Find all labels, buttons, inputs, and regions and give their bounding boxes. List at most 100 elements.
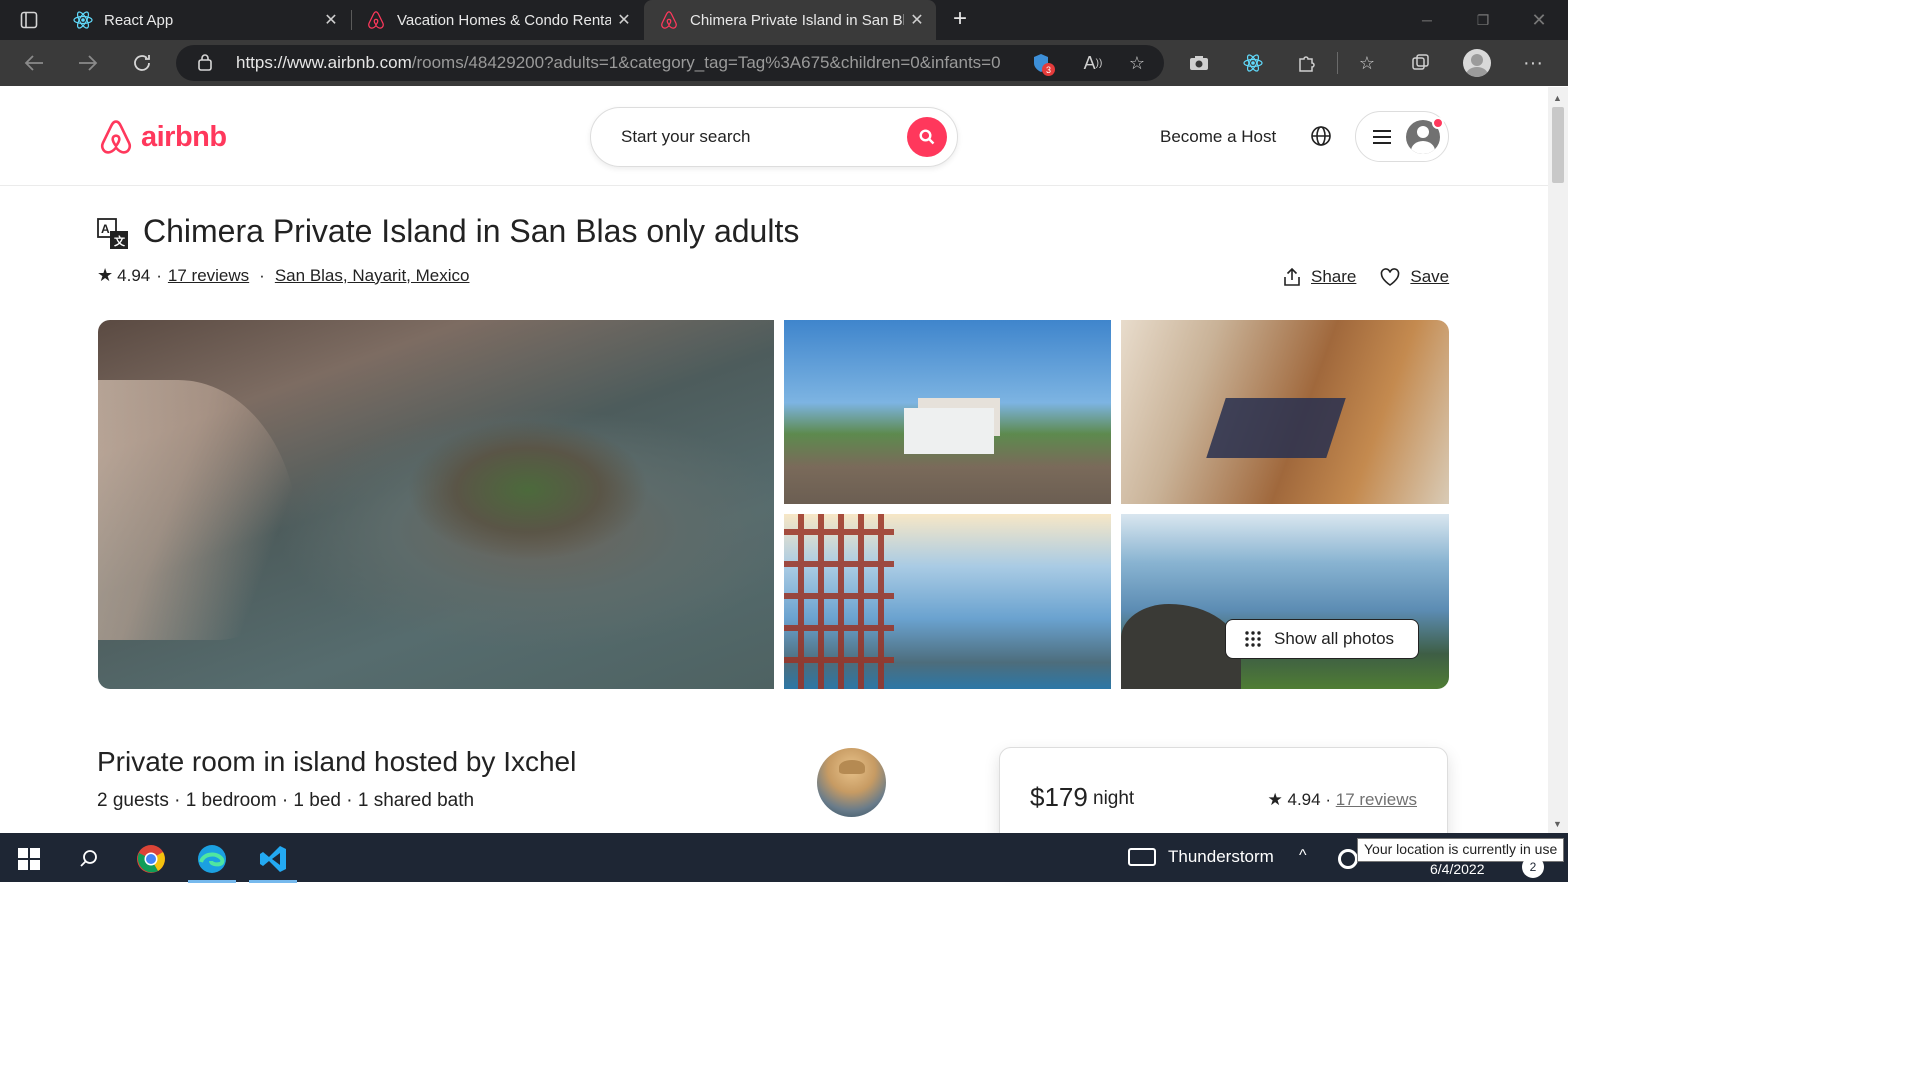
save-label: Save xyxy=(1410,267,1450,286)
separator-dot: · xyxy=(1325,790,1331,809)
news-widget-icon xyxy=(1128,848,1156,866)
heart-icon xyxy=(1381,268,1400,286)
globe-icon[interactable] xyxy=(1309,124,1333,148)
rating-value: 4.94 xyxy=(117,265,151,285)
react-icon xyxy=(72,9,94,31)
lock-icon[interactable] xyxy=(198,53,218,74)
photo-bedroom[interactable] xyxy=(1121,320,1449,504)
grid-dots-icon xyxy=(1245,631,1261,647)
start-windows-icon[interactable] xyxy=(11,841,47,877)
extensions-puzzle-icon[interactable] xyxy=(1294,51,1320,75)
favorites-icon[interactable]: ☆ xyxy=(1354,51,1380,75)
screenshot-icon[interactable] xyxy=(1186,51,1212,75)
edge-icon[interactable] xyxy=(188,841,236,883)
forward-icon[interactable] xyxy=(72,48,104,78)
weather-widget[interactable]: Thunderstorm xyxy=(1128,847,1274,867)
back-icon[interactable] xyxy=(18,48,50,78)
scroll-up-icon[interactable]: ▲ xyxy=(1553,93,1562,103)
logo-text: airbnb xyxy=(141,120,227,153)
separator-dot: · xyxy=(156,265,162,285)
more-options-icon[interactable]: ··· xyxy=(1520,51,1546,75)
show-all-photos-label: Show all photos xyxy=(1274,629,1395,648)
host-avatar[interactable] xyxy=(817,748,886,817)
close-tab-icon[interactable]: ✕ xyxy=(904,10,930,30)
page-scrollbar[interactable]: ▲ ▼ xyxy=(1548,87,1568,833)
chevron-up-icon[interactable]: ^ xyxy=(1299,847,1307,865)
system-date[interactable]: 6/4/2022 xyxy=(1430,861,1485,877)
minimize-icon[interactable]: ─ xyxy=(1399,0,1455,40)
svg-text:A: A xyxy=(101,222,110,236)
show-all-photos-button[interactable]: Show all photos xyxy=(1225,619,1419,659)
photo-ocean-rocks[interactable] xyxy=(1121,514,1449,689)
search-icon xyxy=(919,129,935,145)
booking-reviews-link[interactable]: 17 reviews xyxy=(1336,790,1417,809)
new-tab-button[interactable]: + xyxy=(945,4,975,34)
photo-terrace-view[interactable] xyxy=(784,514,1111,689)
tab-react-app[interactable]: React App ✕ xyxy=(58,0,350,40)
translate-icon: A 文 xyxy=(97,218,128,249)
search-icon[interactable] xyxy=(71,841,107,877)
search-bar[interactable]: Start your search xyxy=(590,107,958,167)
share-icon xyxy=(1284,267,1300,286)
weather-text: Thunderstorm xyxy=(1168,847,1274,866)
user-menu-button[interactable] xyxy=(1355,111,1449,162)
price-unit: night xyxy=(1093,788,1135,809)
airbnb-logo-icon xyxy=(100,120,132,154)
booking-rating-value: 4.94 xyxy=(1287,790,1321,809)
star-icon: ★ xyxy=(1267,790,1283,809)
close-window-icon[interactable]: ✕ xyxy=(1511,0,1567,40)
tab-chimera-active[interactable]: Chimera Private Island in San Blas ✕ xyxy=(644,0,936,40)
location-link[interactable]: San Blas, Nayarit, Mexico xyxy=(275,266,470,286)
close-tab-icon[interactable]: ✕ xyxy=(318,10,344,30)
listing-title: Chimera Private Island in San Blas only … xyxy=(143,213,800,249)
share-label: Share xyxy=(1311,267,1357,286)
site-header: airbnb Start your search Become a Host xyxy=(0,87,1548,186)
tab-actions-icon[interactable] xyxy=(0,0,58,40)
restore-icon[interactable]: ❐ xyxy=(1455,0,1511,40)
star-icon: ★ xyxy=(97,265,114,285)
scroll-down-icon[interactable]: ▼ xyxy=(1553,819,1562,829)
chrome-icon[interactable] xyxy=(133,841,169,877)
address-bar[interactable]: https://www.airbnb.com/rooms/48429200?ad… xyxy=(176,45,1164,81)
listing-actions: Share Save xyxy=(1283,267,1449,287)
location-icon[interactable] xyxy=(1338,849,1358,869)
toolbar-divider xyxy=(1337,52,1338,74)
search-placeholder: Start your search xyxy=(621,127,751,146)
airbnb-icon xyxy=(658,9,680,31)
notification-count[interactable]: 2 xyxy=(1522,856,1544,878)
vscode-icon[interactable] xyxy=(249,841,297,883)
tab-title: React App xyxy=(104,11,174,29)
photo-gallery: Show all photos xyxy=(98,320,1449,689)
browser-toolbar: https://www.airbnb.com/rooms/48429200?ad… xyxy=(0,40,1568,86)
add-favorite-icon[interactable]: ☆ xyxy=(1124,51,1150,75)
windows-taskbar: Thunderstorm ^ xyxy=(0,833,1568,883)
hamburger-menu-icon xyxy=(1373,129,1391,144)
browser-profile-avatar[interactable] xyxy=(1463,49,1491,77)
save-button[interactable]: Save xyxy=(1380,267,1449,287)
room-details: 2 guests · 1 bedroom · 1 bed · 1 shared … xyxy=(97,790,475,811)
nightly-price: $179 xyxy=(1030,782,1088,812)
share-button[interactable]: Share xyxy=(1283,267,1356,287)
close-tab-icon[interactable]: ✕ xyxy=(611,10,637,30)
search-button[interactable] xyxy=(907,117,947,157)
room-title: Private room in island hosted by Ixchel xyxy=(97,746,577,777)
listing-meta: ★ 4.94 · 17 reviews · San Blas, Nayarit,… xyxy=(97,265,469,286)
url-text: https://www.airbnb.com/rooms/48429200?ad… xyxy=(236,53,1001,72)
airbnb-logo[interactable]: airbnb xyxy=(97,117,227,157)
react-devtools-icon[interactable] xyxy=(1240,51,1266,75)
reviews-link[interactable]: 17 reviews xyxy=(168,266,249,286)
photo-island-aerial[interactable] xyxy=(98,320,774,689)
refresh-icon[interactable] xyxy=(126,48,158,78)
photo-villa-exterior[interactable] xyxy=(784,320,1111,504)
extension-badge: 3 xyxy=(1042,63,1055,76)
tab-vacation-homes[interactable]: Vacation Homes & Condo Rentals ✕ xyxy=(351,0,643,40)
read-aloud-icon[interactable]: A)) xyxy=(1080,51,1106,75)
tab-title: Vacation Homes & Condo Rentals xyxy=(397,11,611,29)
svg-text:文: 文 xyxy=(114,234,126,248)
extension-shield-icon[interactable]: 3 xyxy=(1028,51,1055,76)
booking-rating: ★ 4.94 · 17 reviews xyxy=(1268,790,1417,810)
collections-icon[interactable] xyxy=(1408,51,1434,75)
scrollbar-thumb[interactable] xyxy=(1552,107,1564,183)
become-host-link[interactable]: Become a Host xyxy=(1160,127,1276,147)
tab-title: Chimera Private Island in San Blas xyxy=(690,11,904,29)
